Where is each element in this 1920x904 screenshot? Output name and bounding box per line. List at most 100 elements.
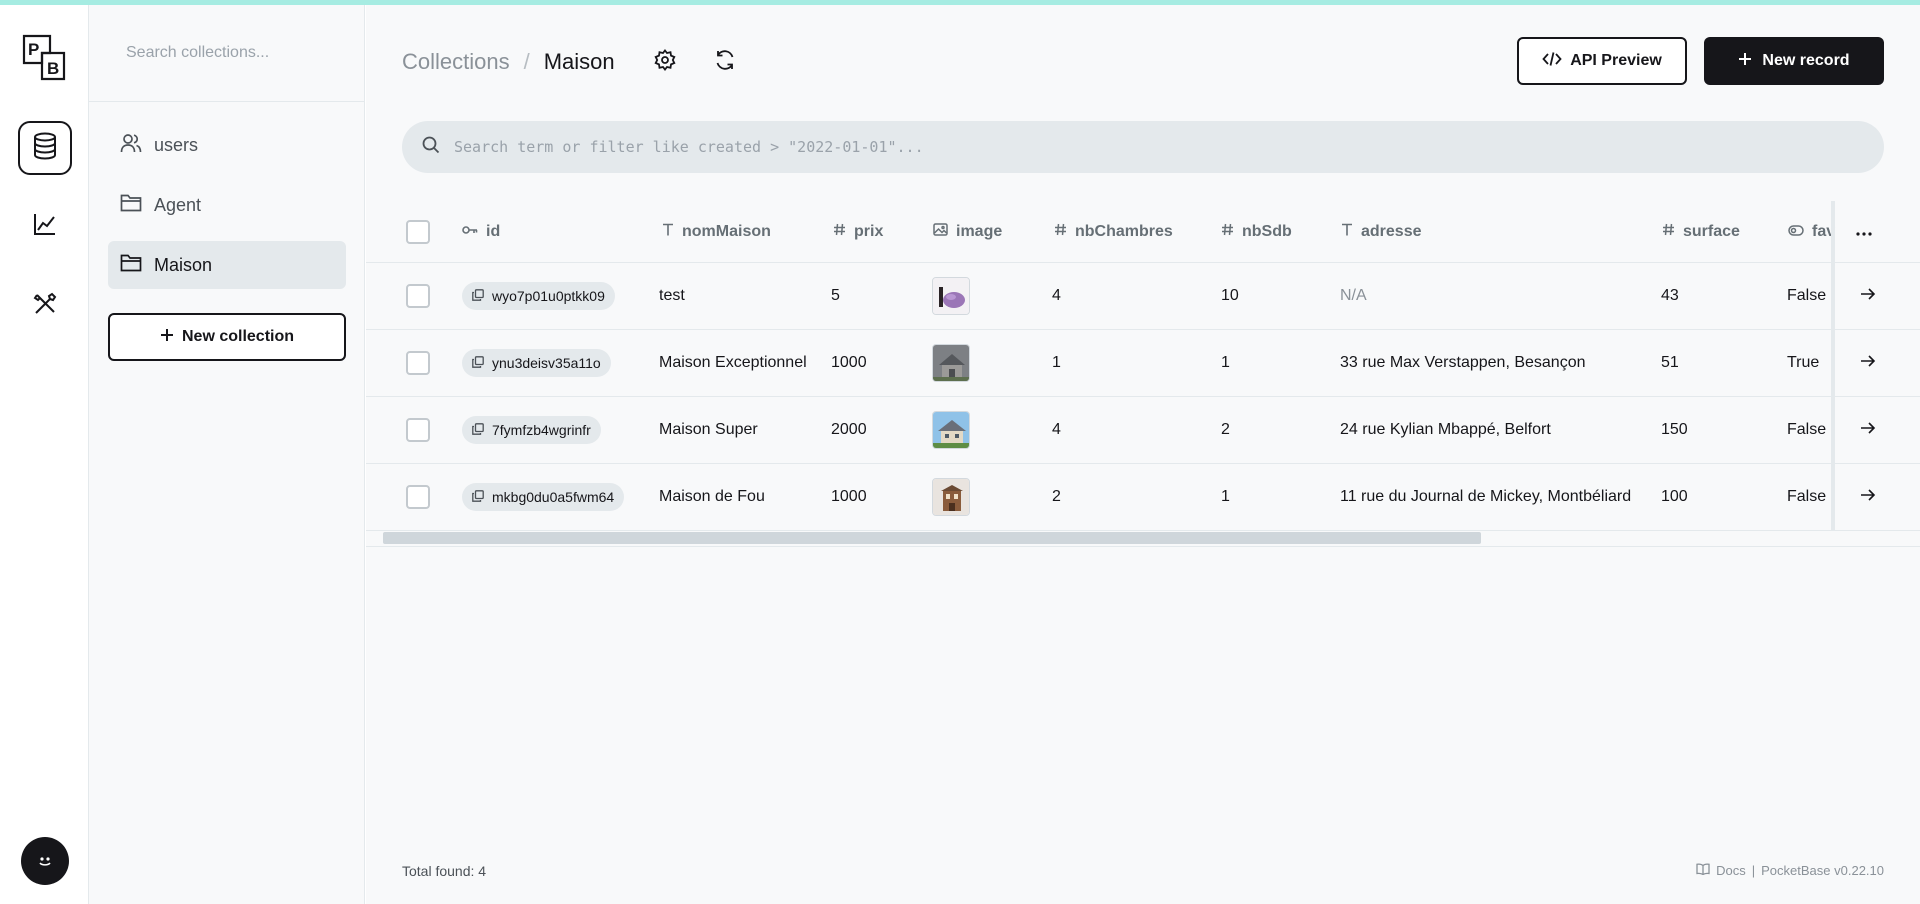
cell-nbsdb: 1 — [1221, 488, 1230, 505]
column-header-nbchambres[interactable]: nbChambres — [1054, 201, 1173, 262]
breadcrumb-current: Maison — [543, 49, 615, 74]
records-search-input[interactable]: Search term or filter like created > "20… — [402, 121, 1884, 173]
record-id-badge[interactable]: wyo7p01u0ptkk09 — [462, 282, 615, 310]
sidebar-item-label: Maison — [154, 254, 213, 275]
folder-icon — [120, 193, 142, 218]
row-checkbox[interactable] — [406, 284, 430, 308]
collection-settings-button[interactable] — [652, 48, 678, 75]
cell-surface: 43 — [1661, 287, 1679, 304]
horizontal-scrollbar[interactable] — [383, 532, 1481, 544]
breadcrumb-separator: / — [523, 49, 530, 74]
text-icon — [1341, 223, 1353, 241]
table-row[interactable]: ynu3deisv35a11o Maison Exceptionnel 1000… — [366, 330, 1920, 397]
row-checkbox[interactable] — [406, 418, 430, 442]
sidebar-item-maison[interactable]: Maison — [108, 241, 346, 289]
table-row[interactable]: mkbg0du0a5fwm64 Maison de Fou 1000 2 1 1… — [366, 464, 1920, 531]
main-content: Collections / Maison API Preview New rec… — [366, 5, 1920, 904]
copy-icon — [472, 288, 484, 304]
row-checkbox[interactable] — [406, 485, 430, 509]
collections-search-placeholder: Search collections... — [126, 44, 270, 61]
logs-nav-button[interactable] — [18, 199, 72, 253]
column-header-adresse[interactable]: adresse — [1341, 201, 1422, 262]
cell-surface: 100 — [1661, 488, 1688, 505]
cell-surface: 51 — [1661, 354, 1679, 371]
text-icon — [662, 223, 674, 241]
cell-adresse: 11 rue du Journal de Mickey, Montbéliard — [1340, 488, 1632, 505]
record-id: mkbg0du0a5fwm64 — [492, 489, 615, 505]
cell-nbsdb: 10 — [1221, 287, 1239, 304]
table-row[interactable]: 7fymfzb4wgrinfr Maison Super 2000 4 2 24… — [366, 397, 1920, 464]
docs-link[interactable]: Docs — [1716, 863, 1746, 878]
cell-favori: False — [1787, 421, 1827, 438]
arrow-right-icon — [1860, 287, 1876, 306]
copy-icon — [472, 489, 484, 505]
settings-nav-button[interactable] — [18, 279, 72, 333]
sidebar-item-users[interactable]: users — [108, 121, 346, 169]
arrow-right-icon — [1860, 488, 1876, 507]
total-found-label: Total found: — [402, 863, 475, 879]
column-header-nbsdb[interactable]: nbSdb — [1221, 201, 1292, 262]
open-record-button[interactable] — [1860, 397, 1876, 463]
open-record-button[interactable] — [1860, 464, 1876, 530]
cell-prix: 1000 — [831, 354, 867, 371]
api-preview-button[interactable]: API Preview — [1517, 37, 1687, 85]
table-row[interactable]: wyo7p01u0ptkk09 test 5 4 10 N/A 43 False — [366, 263, 1920, 330]
column-header-favori[interactable]: fav — [1788, 201, 1835, 262]
collections-nav-button[interactable] — [18, 121, 72, 175]
hash-icon — [1221, 223, 1234, 241]
arrow-right-icon — [1860, 421, 1876, 440]
total-found-count: 4 — [478, 863, 487, 879]
open-record-button[interactable] — [1860, 330, 1876, 396]
breadcrumb-root[interactable]: Collections — [402, 49, 510, 75]
column-header-nommaison[interactable]: nomMaison — [662, 201, 771, 262]
cell-prix: 2000 — [831, 421, 867, 438]
sidebar-item-agent[interactable]: Agent — [108, 181, 346, 229]
version-link[interactable]: PocketBase v0.22.10 — [1761, 863, 1884, 878]
breadcrumb: Collections / Maison — [402, 49, 615, 75]
copy-icon — [472, 355, 484, 371]
refresh-button[interactable] — [712, 49, 738, 75]
record-id-badge[interactable]: mkbg0du0a5fwm64 — [462, 483, 625, 511]
new-collection-button[interactable]: New collection — [108, 313, 346, 361]
column-header-surface[interactable]: surface — [1662, 201, 1740, 262]
columns-menu-button[interactable] — [1856, 201, 1872, 262]
api-preview-label: API Preview — [1570, 52, 1662, 69]
copy-icon — [472, 422, 484, 438]
chart-line-icon — [32, 211, 58, 242]
search-icon — [422, 136, 440, 158]
key-icon — [462, 223, 478, 241]
cell-favori: False — [1787, 287, 1827, 304]
user-avatar[interactable] — [21, 837, 69, 885]
refresh-icon — [714, 49, 736, 76]
records-search-placeholder: Search term or filter like created > "20… — [454, 138, 924, 156]
record-id: wyo7p01u0ptkk09 — [492, 288, 605, 304]
column-header-id[interactable]: id — [462, 201, 500, 262]
record-image-thumb[interactable] — [932, 344, 970, 382]
record-image-thumb[interactable] — [932, 411, 970, 449]
record-id-badge[interactable]: ynu3deisv35a11o — [462, 349, 611, 377]
table-header-row: id nomMaison prix image nbChambres nbSdb… — [366, 201, 1920, 263]
plus-icon — [1738, 52, 1752, 71]
select-all-checkbox[interactable] — [406, 219, 430, 244]
database-icon — [32, 132, 58, 165]
record-image-thumb[interactable] — [932, 277, 970, 315]
cell-nommaison: test — [659, 287, 685, 304]
hash-icon — [833, 223, 846, 241]
new-record-label: New record — [1762, 52, 1850, 69]
record-id-badge[interactable]: 7fymfzb4wgrinfr — [462, 416, 601, 444]
column-header-prix[interactable]: prix — [833, 201, 883, 262]
cell-nommaison: Maison de Fou — [659, 488, 765, 505]
cell-nbchambres: 2 — [1052, 488, 1061, 505]
more-horizontal-icon — [1856, 223, 1872, 241]
new-record-button[interactable]: New record — [1704, 37, 1884, 85]
pocketbase-logo[interactable]: P B — [20, 33, 70, 83]
open-record-button[interactable] — [1860, 263, 1876, 329]
footer-links: Docs | PocketBase v0.22.10 — [1696, 863, 1884, 878]
record-image-thumb[interactable] — [932, 478, 970, 516]
column-header-label: surface — [1683, 222, 1740, 240]
records-table: id nomMaison prix image nbChambres nbSdb… — [366, 201, 1920, 550]
column-header-image[interactable]: image — [933, 201, 1002, 262]
row-checkbox[interactable] — [406, 351, 430, 375]
svg-text:B: B — [47, 59, 59, 78]
collections-search-input[interactable]: Search collections... — [89, 5, 364, 102]
